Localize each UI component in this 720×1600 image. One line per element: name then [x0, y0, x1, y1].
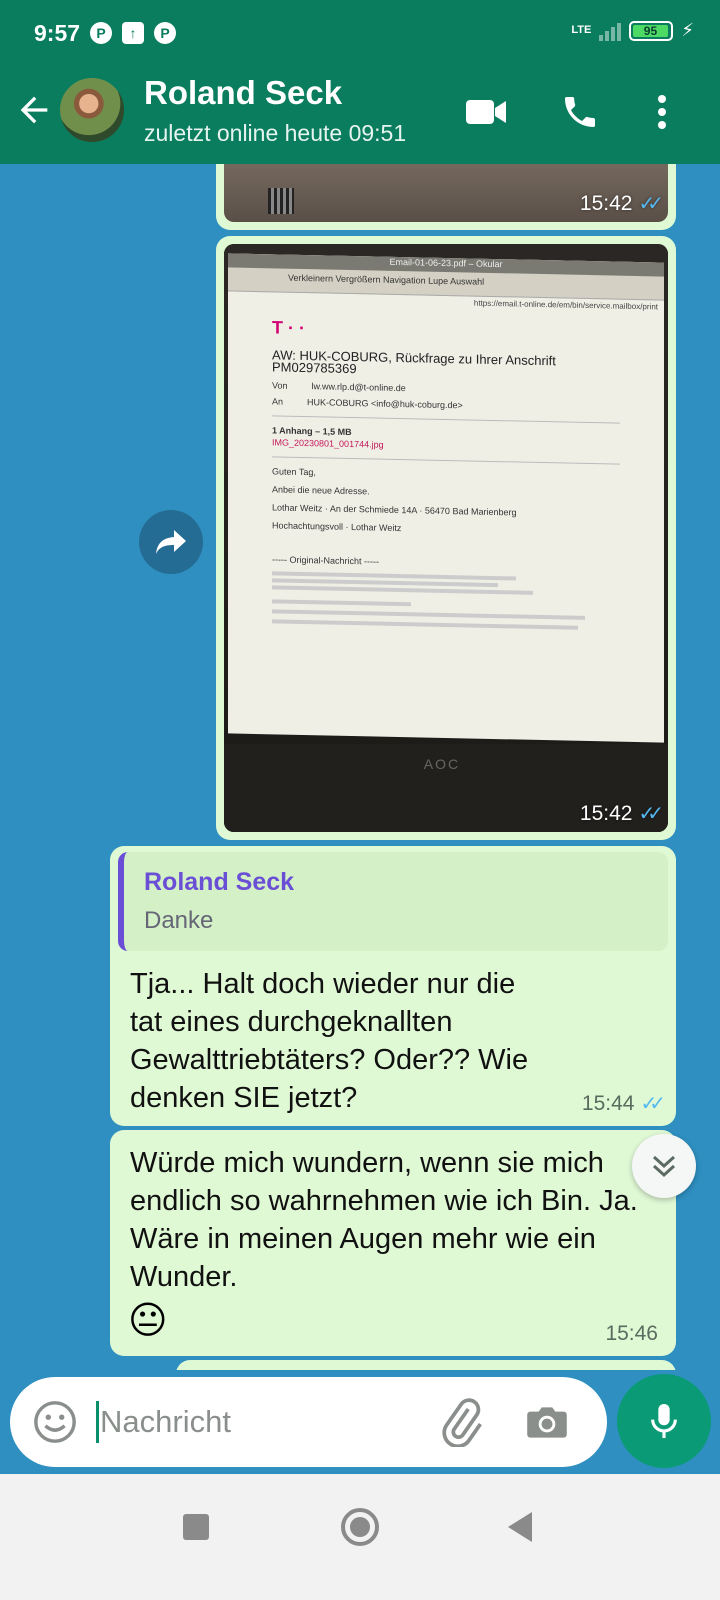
message-composer [10, 1377, 607, 1467]
contact-name[interactable]: Roland Seck [144, 74, 342, 112]
message-meta: 15:46 [605, 1322, 658, 1346]
quoted-text: Danke [144, 907, 214, 934]
emoji-neutral-face: 😐 [128, 1300, 168, 1342]
message-meta: 15:42 ✓✓ [579, 801, 664, 826]
notification-icon: P [154, 22, 176, 44]
voice-message-button[interactable] [617, 1374, 711, 1468]
last-seen-status[interactable]: zuletzt online heute 09:51 [144, 120, 406, 147]
photographed-document: Email-01-06-23.pdf – Okular Verkleinern … [228, 253, 664, 743]
telekom-logo: T · · [272, 317, 305, 339]
system-back-button[interactable] [508, 1512, 532, 1542]
text-message[interactable]: Roland Seck Danke Tja... Halt doch wiede… [110, 846, 676, 1126]
status-time: 9:57 [34, 20, 81, 46]
doc-address: Lothar Weitz · An der Schmiede 14A · 564… [272, 502, 517, 518]
message-time: 15:42 [579, 801, 633, 825]
text-message[interactable] [176, 1360, 676, 1370]
emoji-icon[interactable] [32, 1399, 78, 1445]
video-call-icon [466, 100, 506, 124]
forward-button[interactable] [139, 510, 203, 574]
read-ticks-icon: ✓✓ [640, 1093, 665, 1115]
message-time: 15:46 [605, 1322, 658, 1345]
upload-icon: ↑ [122, 22, 144, 44]
quoted-message[interactable]: Roland Seck Danke [118, 852, 668, 951]
video-call-button[interactable] [462, 88, 510, 136]
more-vert-icon [658, 95, 666, 129]
status-bar: 9:57 P ↑ P LTE 95 ⚡ [0, 0, 720, 64]
doc-from-label: Von [272, 380, 288, 391]
charging-icon: ⚡ [681, 20, 694, 40]
monitor-brand: AOC [423, 756, 461, 772]
image-thumbnail[interactable]: Email-01-06-23.pdf – Okular Verkleinern … [224, 244, 668, 832]
read-ticks-icon: ✓✓ [638, 803, 663, 825]
battery-level: 95 [633, 24, 668, 37]
read-ticks-icon: ✓✓ [638, 193, 663, 215]
doc-line: Anbei die neue Adresse. [272, 484, 370, 497]
message-meta: 15:44 ✓✓ [581, 1091, 666, 1116]
recents-button[interactable] [183, 1514, 209, 1540]
doc-toolbar-text: Verkleinern Vergrößern Navigation Lupe A… [288, 272, 485, 287]
scroll-down-icon [652, 1155, 676, 1178]
doc-to-label: An [272, 396, 284, 407]
message-time: 15:44 [581, 1091, 635, 1115]
doc-original-header: ----- Original-Nachricht ----- [272, 554, 379, 567]
signal-icon [599, 21, 622, 41]
avatar[interactable] [58, 76, 126, 144]
image-message[interactable]: 15:42 ✓✓ [216, 164, 676, 230]
doc-from-value: lw.ww.rlp.d@t-online.de [311, 381, 406, 394]
doc-to-value: HUK-COBURG <info@huk-coburg.de> [307, 397, 463, 411]
text-message[interactable]: Würde mich wundern, wenn sie mich endlic… [110, 1130, 676, 1356]
attach-icon[interactable] [436, 1397, 486, 1447]
scroll-to-bottom-button[interactable] [632, 1134, 696, 1198]
camera-icon[interactable] [522, 1397, 572, 1447]
doc-subject: AW: HUK-COBURG, Rückfrage zu Ihrer Ansch… [272, 347, 556, 377]
message-text: Würde mich wundern, wenn sie mich endlic… [130, 1147, 638, 1293]
chat-header: Roland Seck zuletzt online heute 09:51 [0, 64, 720, 164]
status-notification-icons: P ↑ P [90, 22, 176, 44]
message-meta: 15:42 ✓✓ [579, 191, 664, 216]
network-type: LTE [571, 24, 592, 36]
message-time: 15:42 [579, 191, 633, 215]
more-options-button[interactable] [638, 88, 686, 136]
battery-icon: 95 [629, 20, 674, 41]
doc-greeting: Guten Tag, [272, 466, 316, 478]
system-navigation-bar [0, 1474, 720, 1600]
doc-closing: Hochachtungsvoll · Lothar Weitz [272, 520, 402, 534]
text-cursor [96, 1401, 99, 1443]
voice-call-button[interactable] [556, 88, 604, 136]
back-arrow-icon[interactable] [14, 90, 54, 130]
forward-icon [156, 530, 186, 554]
qr-code-image [268, 188, 294, 214]
image-message[interactable]: Email-01-06-23.pdf – Okular Verkleinern … [216, 236, 676, 840]
quoted-author: Roland Seck [144, 868, 295, 896]
phone-icon [565, 97, 595, 127]
chat-messages[interactable]: 15:42 ✓✓ Email-01-06-23.pdf – Okular Ver… [0, 164, 720, 1370]
home-button[interactable] [341, 1508, 379, 1546]
notification-icon: P [90, 22, 112, 44]
mic-icon [651, 1404, 677, 1438]
message-input[interactable] [100, 1399, 430, 1445]
message-text: Tja... Halt doch wieder nur die tat eine… [130, 968, 529, 1114]
